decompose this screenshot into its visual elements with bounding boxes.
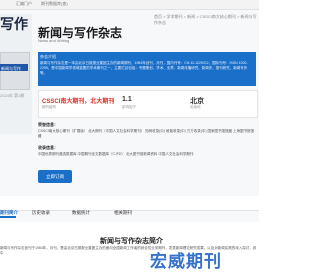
database-text: 中国优秀期刊遴选数据库 中国期刊全文数据库（CJFD） 北大图书馆新闻资料 中国… [38,152,194,156]
level-tag: CSSCI南大期刊，北大期刊 [42,99,115,105]
tab-related[interactable]: 相关期刊 [114,210,132,216]
watermark: 宏威期刊 [150,252,222,272]
top-bar: 汇编门户 期刊数据库(查) [0,0,259,10]
tab-stats[interactable]: 数据统计 [72,210,90,216]
breadcrumb[interactable]: 首页 > 学术期刊 > 新闻 > CSSCI南大核心期刊 > 新闻与写作杂志 [154,14,259,26]
tab-bar [0,196,259,211]
active-tab-indicator [0,216,16,218]
cover-title: 写作 [0,17,28,33]
description-box: 杂志介绍 新闻与写作杂志是一本由北京日报报业集团主办的新闻期刊，1984年创刊，… [38,52,256,86]
level-label: 期刊级别 [42,105,56,109]
honor-text: CSSCI南大核心期刊（扩展版） 北大期刊（中国人文社会科学期刊） 知网收录(中… [38,129,255,138]
impact-label: 影响因子 [122,105,136,109]
honor-heading: 荣誉信息： [38,122,58,127]
location-label: 出版地 [190,105,201,109]
impact-value: 1.1 [122,96,132,103]
database-link[interactable]: 期刊数据库(查) [41,1,68,7]
cover-caption: 新闻与写作 [1,66,21,71]
description-heading: 杂志介绍 [40,54,56,59]
description-text: 新闻与写作杂志是一本由北京日报报业集团主办的新闻期刊，1984年创刊，月刊，国内… [40,61,248,75]
journal-cover: 写作 新闻与写作 2024年 第1期 [0,14,32,134]
tab-history[interactable]: 历史收录 [32,210,50,216]
intro-heading: 新闻与写作杂志简介 [100,238,163,245]
cover-issue: 2024年 第1期 [0,93,25,98]
database-heading: 收录信息： [38,145,58,150]
page-subtitle: News and Writing [38,38,70,43]
subscribe-button[interactable]: 立即订阅 [38,170,72,183]
portal-text: 汇编门户 [16,1,32,6]
